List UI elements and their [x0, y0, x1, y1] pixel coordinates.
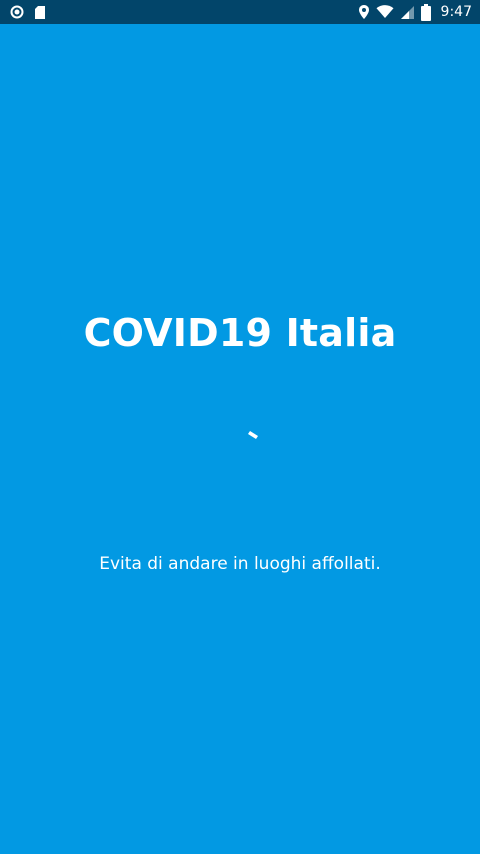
- splash-screen: COVID19 Italia Evita di andare in luoghi…: [0, 24, 480, 854]
- location-icon: [358, 4, 370, 20]
- status-bar: 9:47: [0, 0, 480, 24]
- status-bar-right: 9:47: [358, 3, 472, 21]
- status-bar-left: [10, 5, 46, 20]
- spinner-icon: [246, 428, 260, 442]
- sd-card-icon: [34, 5, 46, 20]
- safety-tip-text: Evita di andare in luoghi affollati.: [99, 554, 381, 574]
- battery-icon: [420, 3, 431, 21]
- app-title: COVID19 Italia: [83, 311, 397, 355]
- wifi-icon: [376, 5, 394, 19]
- circle-notification-icon: [10, 5, 24, 19]
- cellular-signal-icon: [400, 5, 415, 20]
- status-time: 9:47: [440, 4, 472, 20]
